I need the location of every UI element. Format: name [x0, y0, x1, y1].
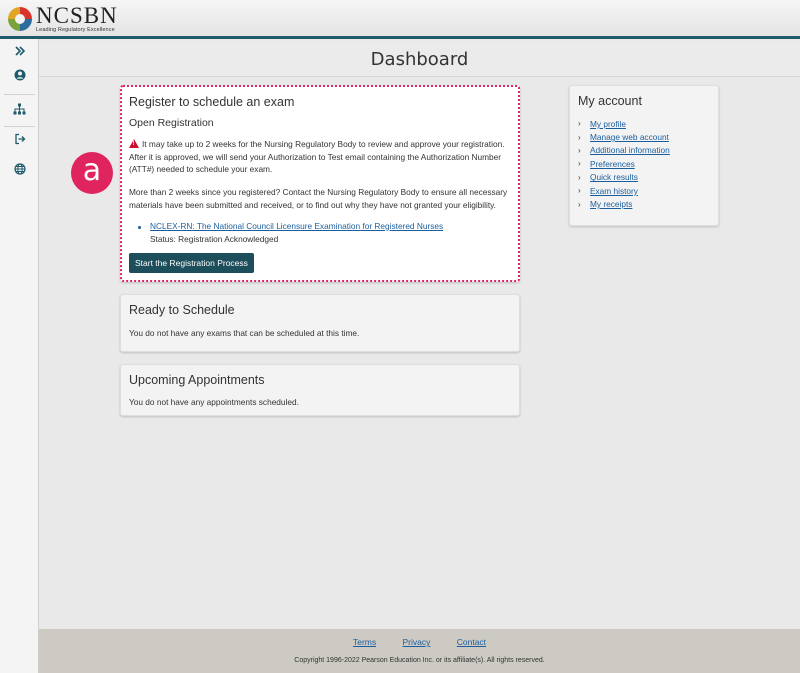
sidebar	[0, 39, 39, 673]
ready-to-schedule-card: Ready to Schedule You do not have any ex…	[120, 294, 520, 352]
warning-icon	[129, 139, 139, 148]
list-item: NCLEX-RN: The National Council Licensure…	[138, 220, 444, 245]
page-title: Dashboard	[370, 49, 469, 70]
account-link-item: › Additional information	[578, 144, 670, 157]
preferences-link[interactable]: Preferences	[590, 159, 635, 169]
annotation-badge: a	[71, 152, 113, 194]
account-title: My account	[578, 94, 642, 108]
logo-name: NCSBN	[36, 3, 118, 28]
my-receipts-link[interactable]: My receipts	[590, 199, 632, 209]
sitemap-icon[interactable]	[0, 97, 39, 121]
account-link-item: › My receipts	[578, 197, 670, 210]
start-registration-button[interactable]: Start the Registration Process	[129, 253, 254, 273]
account-link-item: › Manage web account	[578, 130, 670, 143]
logo-tagline: Leading Regulatory Excellence	[36, 27, 115, 33]
site-header: NCSBN Leading Regulatory Excellence	[0, 0, 800, 39]
page-title-bar: Dashboard	[39, 42, 800, 77]
bullet-icon	[138, 226, 141, 229]
ready-title: Ready to Schedule	[129, 303, 235, 317]
appointments-title: Upcoming Appointments	[129, 373, 265, 387]
chevron-right-icon: ›	[578, 186, 581, 196]
account-link-item: › My profile	[578, 117, 670, 130]
sign-out-icon[interactable]	[0, 127, 39, 151]
registration-subtitle: Open Registration	[129, 117, 214, 129]
user-icon[interactable]	[0, 63, 39, 87]
footer-links: Terms Privacy Contact	[39, 637, 800, 647]
account-links: › My profile › Manage web account › Additio…	[578, 117, 670, 211]
exam-status: Status: Registration Acknowledged	[150, 233, 279, 244]
account-link-item: › Preferences	[578, 157, 670, 170]
my-account-card: My account › My profile › Manage web accou…	[569, 85, 719, 226]
registration-warning: It may take up to 2 weeks for the Nursin…	[129, 138, 514, 176]
contact-link[interactable]: Contact	[457, 637, 486, 647]
expand-icon[interactable]	[0, 39, 39, 63]
chevron-right-icon: ›	[578, 172, 581, 182]
my-profile-link[interactable]: My profile	[590, 119, 626, 129]
sidebar-divider	[4, 94, 35, 95]
ncsbn-logo-icon	[8, 7, 32, 31]
account-link-item: › Quick results	[578, 171, 670, 184]
exam-link-text: NCLEX-RN: The National Council Licensure…	[150, 221, 444, 231]
warning-text: It may take up to 2 weeks for the Nursin…	[129, 139, 505, 174]
chevron-right-icon: ›	[578, 132, 581, 142]
chevron-right-icon: ›	[578, 199, 581, 209]
chevron-right-icon: ›	[578, 145, 581, 155]
registration-more-info: More than 2 weeks since you registered? …	[129, 187, 508, 210]
globe-icon[interactable]	[0, 157, 39, 181]
terms-link[interactable]: Terms	[353, 637, 376, 647]
upcoming-appointments-card: Upcoming Appointments You do not have an…	[120, 364, 520, 416]
privacy-link[interactable]: Privacy	[402, 637, 430, 647]
exam-list: NCLEX-RN: The National Council Licensure…	[138, 220, 444, 245]
exam-history-link[interactable]: Exam history	[590, 186, 638, 196]
ncsbn-logo[interactable]: NCSBN Leading Regulatory Excellence	[8, 3, 118, 33]
logo-text: NCSBN Leading Regulatory Excellence	[36, 3, 118, 33]
quick-results-link[interactable]: Quick results	[590, 172, 638, 182]
appointments-message: You do not have any appointments schedul…	[129, 397, 299, 407]
account-link-item: › Exam history	[578, 184, 670, 197]
site-footer: Terms Privacy Contact Copyright 1996-202…	[39, 629, 800, 673]
chevron-right-icon: ›	[578, 159, 581, 169]
chevron-right-icon: ›	[578, 119, 581, 129]
manage-web-account-link[interactable]: Manage web account	[590, 132, 669, 142]
copyright-text: Copyright 1996-2022 Pearson Education In…	[294, 657, 545, 664]
ready-message: You do not have any exams that can be sc…	[129, 328, 360, 338]
registration-card: Register to schedule an exam Open Regist…	[120, 85, 520, 282]
registration-title: Register to schedule an exam	[129, 95, 295, 109]
additional-information-link[interactable]: Additional information	[590, 145, 670, 155]
exam-link[interactable]: NCLEX-RN: The National Council Licensure…	[138, 221, 444, 231]
